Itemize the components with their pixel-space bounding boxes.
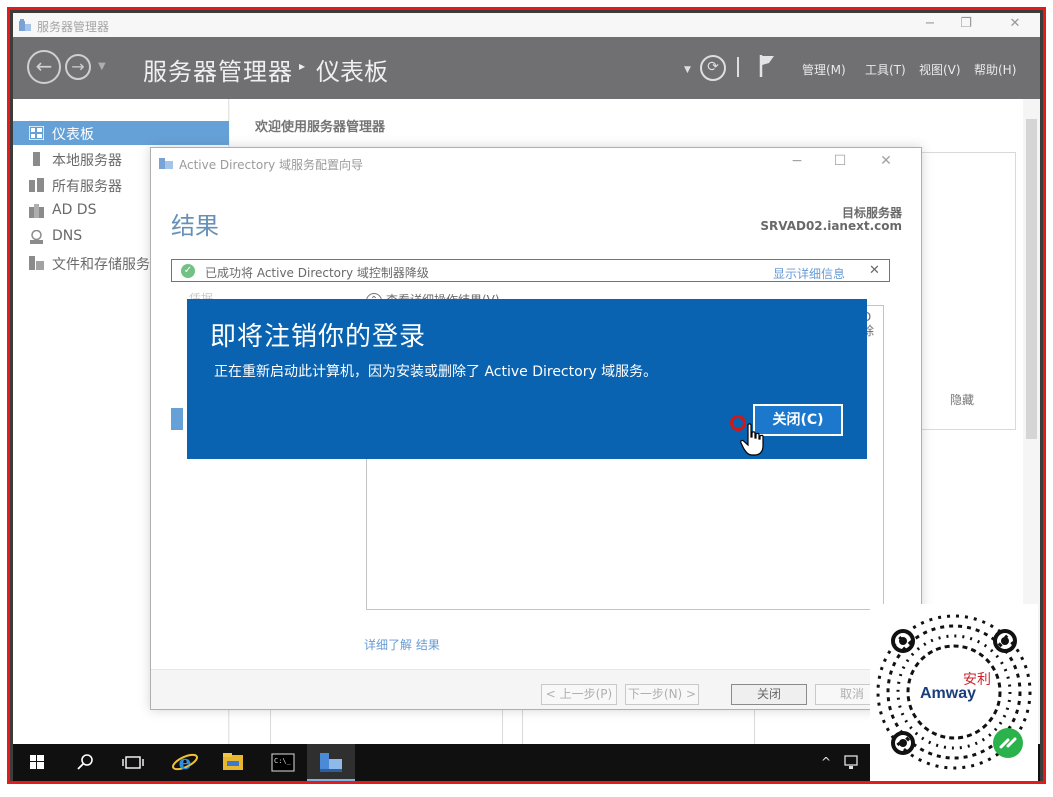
file-explorer-button[interactable] bbox=[209, 744, 257, 781]
signout-heading: 即将注销你的登录 bbox=[210, 322, 427, 352]
server-manager-icon bbox=[320, 753, 342, 772]
internet-explorer-icon: e bbox=[172, 750, 198, 774]
signout-close-button[interactable]: 关闭(C) bbox=[753, 404, 843, 436]
tray-chevron-icon[interactable]: ^ bbox=[821, 755, 831, 769]
screenshot-frame: 服务器管理器 − ❐ ✕ ← → ▼ 服务器管理器 ▸ 仪表板 ▼ ⟳ 管理(M… bbox=[7, 7, 1046, 784]
svg-text:e: e bbox=[179, 750, 192, 774]
qr-code-graphic: Amway 安利 bbox=[876, 614, 1032, 770]
svg-text:C:\_: C:\_ bbox=[274, 757, 292, 765]
start-button[interactable] bbox=[13, 744, 61, 781]
desktop-screen: 服务器管理器 − ❐ ✕ ← → ▼ 服务器管理器 ▸ 仪表板 ▼ ⟳ 管理(M… bbox=[13, 13, 1040, 781]
internet-explorer-button[interactable]: e bbox=[161, 744, 209, 781]
qr-code: Amway 安利 bbox=[870, 604, 1038, 781]
signout-message: 正在重新启动此计算机，因为安装或删除了 Active Directory 域服务… bbox=[214, 364, 658, 380]
search-button[interactable] bbox=[61, 744, 109, 781]
task-view-button[interactable] bbox=[109, 744, 157, 781]
network-icon[interactable] bbox=[843, 754, 861, 770]
search-icon bbox=[77, 754, 93, 770]
signout-close-label: 关闭(C) bbox=[772, 412, 824, 428]
start-icon bbox=[30, 755, 44, 769]
qr-logo-chinese: 安利 bbox=[963, 672, 991, 688]
command-prompt-icon: C:\_ bbox=[271, 753, 295, 772]
command-prompt-button[interactable]: C:\_ bbox=[259, 744, 307, 781]
server-manager-taskbar-button[interactable] bbox=[307, 744, 355, 781]
file-explorer-icon bbox=[223, 753, 243, 770]
task-view-icon bbox=[122, 756, 144, 769]
hand-cursor-icon bbox=[740, 423, 764, 456]
